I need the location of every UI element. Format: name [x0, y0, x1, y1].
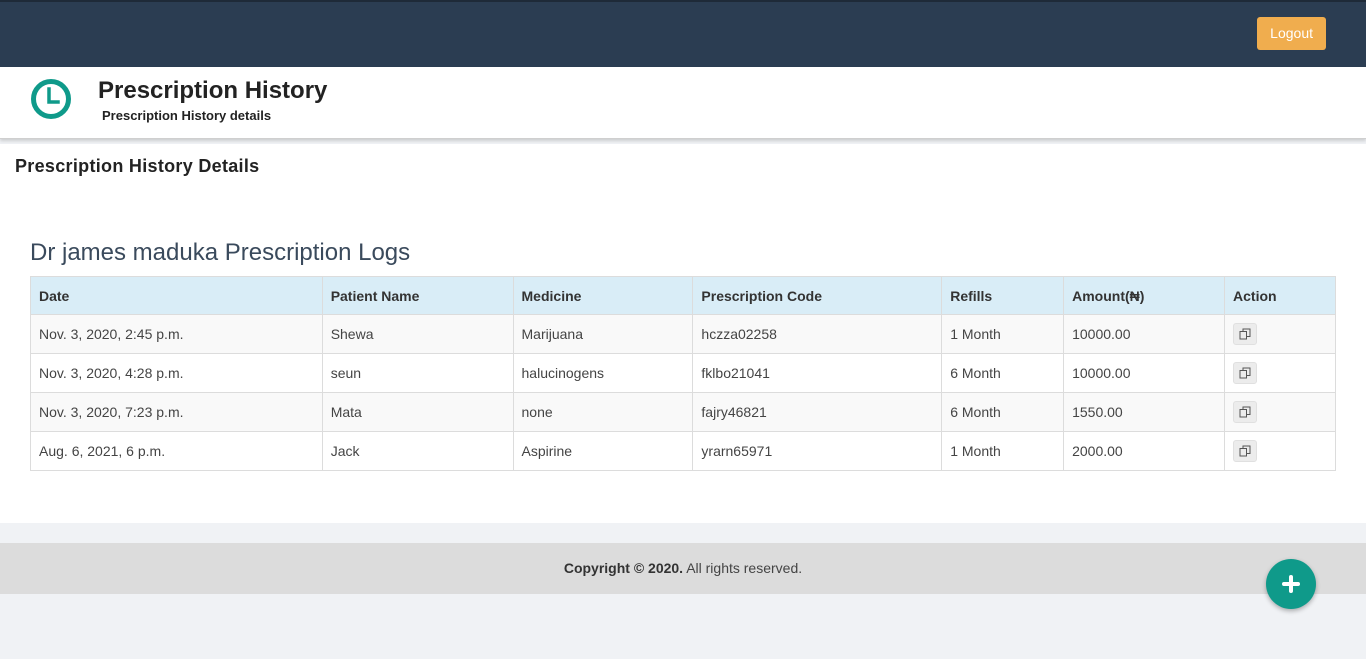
add-button[interactable] [1266, 559, 1316, 609]
plus-icon [1282, 575, 1300, 593]
cell-action [1224, 431, 1336, 471]
cell-date: Nov. 3, 2020, 4:28 p.m. [30, 353, 323, 393]
copy-button[interactable] [1233, 323, 1258, 345]
clock-icon [30, 78, 72, 120]
cell-medicine: Aspirine [512, 431, 694, 471]
column-header-prescription-code: Prescription Code [692, 276, 943, 315]
cell-refills: 1 Month [941, 431, 1065, 471]
logs-title: Dr james maduka Prescription Logs [30, 239, 411, 266]
footer: Copyright © 2020. All rights reserved. [0, 543, 1366, 594]
cell-amount: 1550.00 [1063, 392, 1226, 432]
logout-button[interactable]: Logout [1257, 17, 1326, 50]
prescription-logs-table: Date Patient Name Medicine Prescription … [30, 276, 1336, 471]
column-header-medicine: Medicine [512, 276, 694, 315]
section-title: Prescription History Details [15, 156, 260, 176]
cell-prescription-code: yrarn65971 [692, 431, 943, 471]
cell-amount: 10000.00 [1063, 353, 1226, 393]
cell-amount: 10000.00 [1063, 314, 1226, 354]
cell-prescription-code: fajry46821 [692, 392, 943, 432]
copy-icon [1239, 445, 1251, 457]
cell-date: Nov. 3, 2020, 7:23 p.m. [30, 392, 323, 432]
table-row: Nov. 3, 2020, 4:28 p.m. seun halucinogen… [30, 353, 1336, 393]
column-header-amount: Amount(₦) [1063, 276, 1226, 315]
page-subtitle: Prescription History details [102, 108, 272, 123]
cell-date: Nov. 3, 2020, 2:45 p.m. [30, 314, 323, 354]
column-header-action: Action [1224, 276, 1336, 315]
top-navbar: Logout [0, 0, 1366, 67]
table-row: Nov. 3, 2020, 2:45 p.m. Shewa Marijuana … [30, 314, 1336, 354]
page-header: Prescription History Prescription Histor… [0, 67, 1366, 139]
cell-refills: 1 Month [941, 314, 1065, 354]
cell-amount: 2000.00 [1063, 431, 1226, 471]
copy-button[interactable] [1233, 440, 1258, 462]
table-header-row: Date Patient Name Medicine Prescription … [30, 276, 1336, 315]
cell-prescription-code: fklbo21041 [692, 353, 943, 393]
cell-medicine: Marijuana [512, 314, 694, 354]
cell-action [1224, 353, 1336, 393]
copy-button[interactable] [1233, 362, 1258, 384]
cell-action [1224, 392, 1336, 432]
column-header-patient-name: Patient Name [321, 276, 514, 315]
rights-text: All rights reserved. [683, 560, 803, 576]
cell-date: Aug. 6, 2021, 6 p.m. [30, 431, 323, 471]
cell-refills: 6 Month [941, 392, 1065, 432]
page-title: Prescription History [98, 77, 328, 104]
cell-patient-name: Shewa [321, 314, 514, 354]
copy-icon [1239, 406, 1251, 418]
cell-medicine: halucinogens [512, 353, 694, 393]
table-row: Aug. 6, 2021, 6 p.m. Jack Aspirine yrarn… [30, 431, 1336, 471]
table-row: Nov. 3, 2020, 7:23 p.m. Mata none fajry4… [30, 392, 1336, 432]
cell-patient-name: seun [321, 353, 514, 393]
main-content: Prescription History Details Dr james ma… [0, 144, 1366, 523]
copyright-text: Copyright © 2020. [563, 560, 684, 576]
copy-button[interactable] [1233, 401, 1258, 423]
copy-icon [1239, 328, 1251, 340]
cell-refills: 6 Month [941, 353, 1065, 393]
copy-icon [1239, 367, 1251, 379]
column-header-refills: Refills [941, 276, 1065, 315]
cell-prescription-code: hczza02258 [692, 314, 943, 354]
column-header-date: Date [30, 276, 323, 315]
cell-patient-name: Jack [321, 431, 514, 471]
cell-patient-name: Mata [321, 392, 514, 432]
cell-medicine: none [512, 392, 694, 432]
cell-action [1224, 314, 1336, 354]
